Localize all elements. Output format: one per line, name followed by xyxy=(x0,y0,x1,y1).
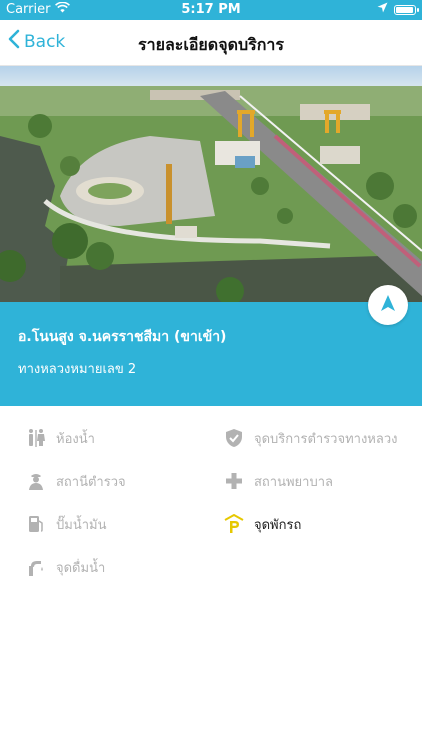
page-title: รายละเอียดจุดบริการ xyxy=(138,35,284,54)
fuel-pump-icon xyxy=(24,512,48,536)
status-bar: Carrier 5:17 PM xyxy=(0,0,422,20)
navigation-bar: Back รายละเอียดจุดบริการ xyxy=(0,20,422,66)
facility-label: จุดดื่มน้ำ xyxy=(56,560,106,576)
facility-label: จุดบริการตำรวจทางหลวง xyxy=(254,431,398,447)
service-point-info: อ.โนนสูง จ.นครราชสีมา (ขาเข้า) ทางหลวงหม… xyxy=(0,285,422,406)
location-arrow-icon xyxy=(377,2,388,17)
facility-hospital: สถานพยาบาล xyxy=(222,469,333,493)
facility-gas-station: ปั๊มน้ำมัน xyxy=(24,512,106,536)
highway-number: ทางหลวงหมายเลข 2 xyxy=(18,362,137,377)
parking-icon xyxy=(222,512,246,536)
police-shield-icon xyxy=(222,426,246,450)
police-officer-icon xyxy=(24,469,48,493)
facility-label: สถานพยาบาล xyxy=(254,474,333,490)
facility-label: ห้องน้ำ xyxy=(56,431,95,447)
facility-rest-area: จุดพักรถ xyxy=(222,512,301,536)
facility-label: ปั๊มน้ำมัน xyxy=(56,517,107,533)
service-point-name: อ.โนนสูง จ.นครราชสีมา (ขาเข้า) xyxy=(18,329,227,345)
service-point-photo xyxy=(0,66,422,302)
drinking-water-icon xyxy=(24,555,48,579)
facility-drinking-water: จุดดื่มน้ำ xyxy=(24,555,105,579)
battery-icon xyxy=(394,4,419,15)
facility-police-station: สถานีตำรวจ xyxy=(24,469,126,493)
navigate-button[interactable] xyxy=(368,285,408,325)
facility-restroom: ห้องน้ำ xyxy=(24,426,95,450)
clock: 5:17 PM xyxy=(181,2,241,17)
restroom-icon xyxy=(24,426,48,450)
navigation-arrow-icon xyxy=(380,294,396,316)
facility-label: จุดพักรถ xyxy=(254,517,302,533)
facility-label: สถานีตำรวจ xyxy=(56,474,126,490)
facility-highway-police: จุดบริการตำรวจทางหลวง xyxy=(222,426,398,450)
medical-cross-icon xyxy=(222,469,246,493)
